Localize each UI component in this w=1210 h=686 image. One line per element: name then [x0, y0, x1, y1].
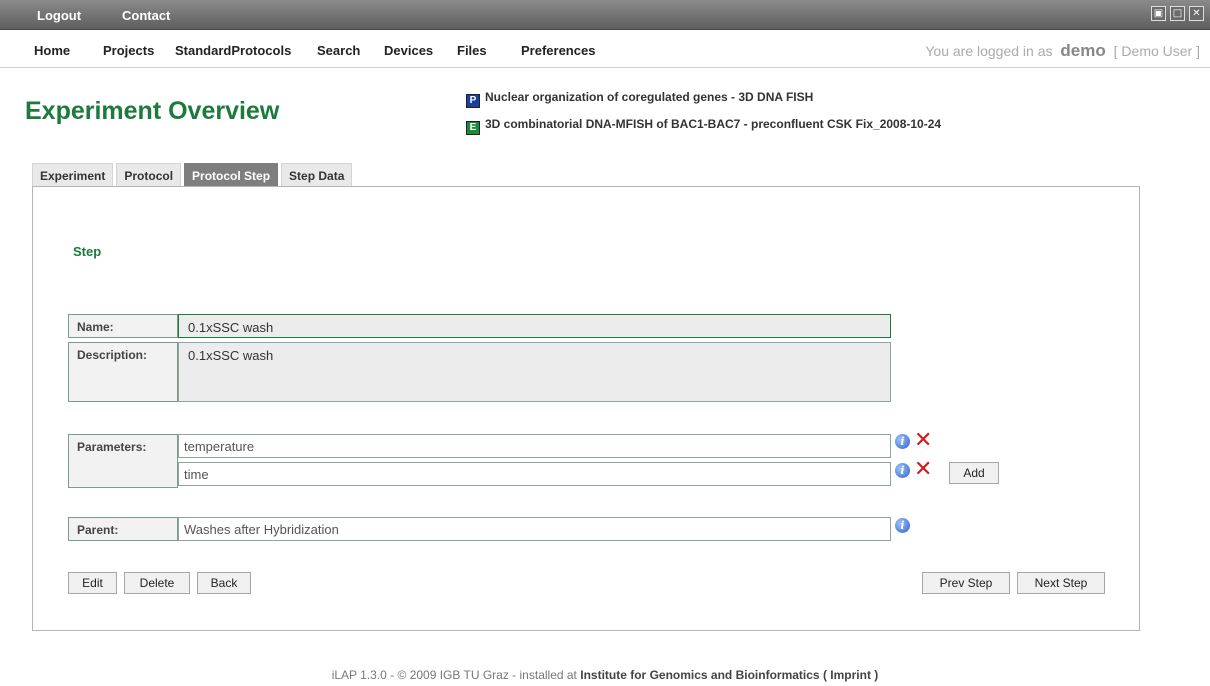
login-username: demo	[1060, 41, 1106, 60]
logout-link[interactable]: Logout	[37, 8, 81, 23]
tab-bar: Experiment Protocol Protocol Step Step D…	[32, 163, 353, 186]
parent-label: Parent:	[68, 517, 178, 541]
nav-preferences[interactable]: Preferences	[521, 43, 595, 58]
name-label: Name:	[68, 314, 178, 338]
name-value: 0.1xSSC wash	[178, 314, 891, 338]
window-controls: ▣ □ ✕	[1151, 6, 1204, 21]
tab-step-data[interactable]: Step Data	[281, 163, 353, 186]
experiment-link[interactable]: E 3D combinatorial DNA-MFISH of BAC1-BAC7…	[466, 117, 941, 135]
parameter-input-temperature[interactable]	[178, 434, 891, 458]
top-bar: Logout Contact ▣ □ ✕	[0, 0, 1210, 30]
maximize-icon[interactable]: □	[1170, 6, 1185, 21]
tab-experiment[interactable]: Experiment	[32, 163, 114, 186]
tab-protocol-step[interactable]: Protocol Step	[184, 163, 279, 186]
restore-icon[interactable]: ▣	[1151, 6, 1166, 21]
parameters-label: Parameters:	[68, 434, 178, 488]
parent-input[interactable]	[178, 517, 891, 541]
project-link[interactable]: P Nuclear organization of coregulated gen…	[466, 90, 813, 108]
nav-search[interactable]: Search	[317, 43, 360, 58]
login-display-name: [ Demo User ]	[1113, 43, 1200, 59]
nav-devices[interactable]: Devices	[384, 43, 433, 58]
description-label: Description:	[68, 342, 178, 402]
next-step-button[interactable]: Next Step	[1017, 572, 1105, 594]
nav-home[interactable]: Home	[34, 43, 70, 58]
info-icon[interactable]: i	[895, 518, 910, 533]
step-panel: Step Name: 0.1xSSC wash Description: 0.1…	[32, 186, 1140, 631]
add-parameter-button[interactable]: Add	[949, 462, 999, 484]
close-icon[interactable]: ✕	[1189, 6, 1204, 21]
delete-icon[interactable]: ✕	[914, 459, 932, 481]
project-icon: P	[466, 94, 480, 108]
experiment-icon: E	[466, 121, 480, 135]
footer-text: iLAP 1.3.0 - © 2009 IGB TU Graz - instal…	[331, 668, 577, 682]
tab-protocol[interactable]: Protocol	[116, 163, 182, 186]
experiment-link-text: 3D combinatorial DNA-MFISH of BAC1-BAC7 …	[485, 117, 942, 131]
info-icon[interactable]: i	[895, 463, 910, 478]
info-icon[interactable]: i	[895, 434, 910, 449]
nav-standard-protocols[interactable]: StandardProtocols	[175, 43, 291, 58]
delete-icon[interactable]: ✕	[914, 430, 932, 452]
institute-link[interactable]: Institute for Genomics and Bioinformatic…	[580, 668, 819, 682]
prev-step-button[interactable]: Prev Step	[922, 572, 1010, 594]
footer: iLAP 1.3.0 - © 2009 IGB TU Graz - instal…	[0, 668, 1210, 682]
project-link-text: Nuclear organization of coregulated gene…	[485, 90, 814, 104]
edit-button[interactable]: Edit	[68, 572, 117, 594]
imprint-link[interactable]: ( Imprint )	[823, 668, 878, 682]
back-button[interactable]: Back	[197, 572, 251, 594]
nav-files[interactable]: Files	[457, 43, 487, 58]
contact-link[interactable]: Contact	[122, 8, 170, 23]
parameter-input-time[interactable]	[178, 462, 891, 486]
main-nav: Home Projects StandardProtocols Search D…	[0, 34, 1210, 68]
nav-projects[interactable]: Projects	[103, 43, 154, 58]
page-title: Experiment Overview	[25, 97, 280, 125]
delete-button[interactable]: Delete	[124, 572, 190, 594]
step-heading: Step	[73, 244, 102, 259]
description-value: 0.1xSSC wash	[178, 342, 891, 402]
login-info: You are logged in as demo [ Demo User ]	[925, 41, 1200, 61]
login-prefix: You are logged in as	[925, 43, 1053, 59]
